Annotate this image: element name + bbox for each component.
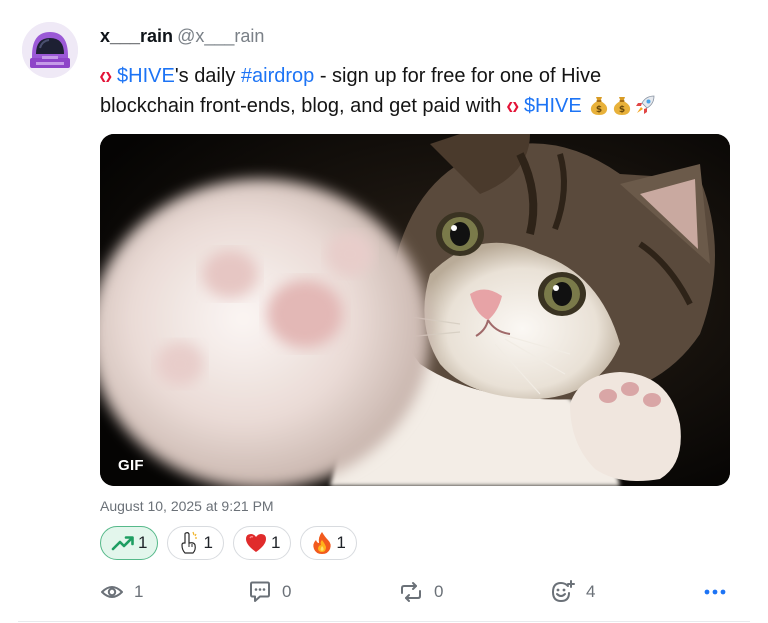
reactions-row: 1 1 1 1 xyxy=(100,526,366,560)
reposts-count: 0 xyxy=(434,582,444,601)
reaction-fire-button[interactable]: 1 xyxy=(300,526,357,560)
post-text-line-2: blockchain front-ends, blog, and get pai… xyxy=(100,91,740,121)
reply-button[interactable]: 0 xyxy=(248,578,291,606)
post-card: x___rain @x___rain $HIVE's daily #airdrop… xyxy=(0,0,768,623)
views-button[interactable]: 1 xyxy=(100,578,143,606)
author-handle[interactable]: @x___rain xyxy=(177,26,264,46)
reaction-count: 1 xyxy=(336,533,346,552)
kitten-gif xyxy=(100,134,730,486)
money-bag-emoji: $ xyxy=(591,97,608,115)
trending-up-icon xyxy=(111,536,134,551)
action-bar: 1 0 0 4 xyxy=(100,578,730,606)
post-header: x___rain @x___rain xyxy=(100,25,264,47)
reaction-count: 1 xyxy=(138,533,148,552)
pointing-up-hand-icon xyxy=(181,531,198,554)
post-text-segment: 's daily xyxy=(174,65,241,87)
reaction-count: 1 xyxy=(270,533,281,552)
add-reaction-smiley-icon xyxy=(551,580,575,603)
reaction-count: 1 xyxy=(203,533,213,552)
post-divider xyxy=(18,621,750,622)
more-options-button[interactable] xyxy=(704,578,726,606)
add-reaction-button[interactable]: 4 xyxy=(550,578,595,606)
replies-count: 0 xyxy=(282,582,292,601)
post-text-line-1: $HIVE's daily #airdrop - sign up for fre… xyxy=(100,61,740,91)
red-heart-icon xyxy=(245,534,266,552)
gif-badge: GIF xyxy=(118,457,144,474)
post-text-segment: - sign up for free for one of Hive xyxy=(314,65,602,87)
avatar[interactable] xyxy=(22,22,78,78)
hive-logo-icon xyxy=(506,102,519,112)
post-timestamp[interactable]: August 10, 2025 at 9:21 PM xyxy=(100,498,274,514)
post-text-segment: blockchain front-ends, blog, and get pai… xyxy=(100,95,507,117)
views-count: 1 xyxy=(134,582,144,601)
hive-logo-icon xyxy=(100,72,112,82)
svg-text:$: $ xyxy=(596,105,602,115)
hive-ticker-link[interactable]: $HIVE xyxy=(117,65,175,87)
reactions-count: 4 xyxy=(586,582,596,601)
svg-text:$: $ xyxy=(619,105,625,115)
comment-icon xyxy=(250,581,270,602)
post-text: $HIVE's daily #airdrop - sign up for fre… xyxy=(100,61,740,121)
reaction-pointing-up-button[interactable]: 1 xyxy=(167,526,224,560)
astronaut-helmet-icon xyxy=(22,22,78,78)
repost-button[interactable]: 0 xyxy=(398,578,443,606)
hive-ticker-link[interactable]: $HIVE xyxy=(524,95,582,117)
rocket-emoji xyxy=(636,95,655,114)
author-display-name[interactable]: x___rain xyxy=(100,26,173,46)
airdrop-hashtag-link[interactable]: #airdrop xyxy=(241,65,314,87)
eye-icon xyxy=(101,586,123,598)
repost-icon xyxy=(401,582,421,602)
media-gif[interactable]: GIF xyxy=(100,134,730,486)
reaction-trending-button[interactable]: 1 xyxy=(100,526,159,560)
more-horizontal-icon xyxy=(704,589,726,595)
fire-icon xyxy=(313,532,332,554)
reaction-heart-button[interactable]: 1 xyxy=(232,526,292,560)
money-bag-emoji: $ xyxy=(614,97,631,115)
